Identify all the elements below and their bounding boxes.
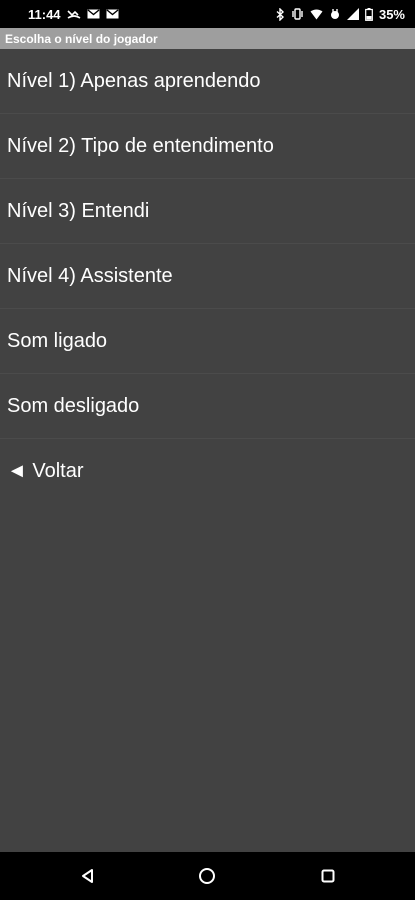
menu-item-label: Som ligado	[7, 329, 108, 352]
clock: 11:44	[28, 6, 61, 22]
menu-item-label: Nível 2) Tipo de entendimento	[7, 134, 274, 157]
vibrate-icon	[291, 8, 304, 20]
page-title: Escolha o nível do jogador	[5, 31, 158, 46]
level-menu: Nível 1) Apenas aprendendo Nível 2) Tipo…	[0, 49, 415, 504]
status-bar: 11:44 35%	[0, 0, 415, 28]
status-bar-right: 35%	[276, 7, 405, 22]
menu-item-sound-off[interactable]: Som desligado	[0, 374, 415, 439]
data-icon	[329, 8, 341, 20]
signal-icon	[346, 8, 359, 20]
title-bar: Escolha o nível do jogador	[0, 28, 415, 49]
menu-item-label: Nível 1) Apenas aprendendo	[7, 69, 261, 92]
status-bar-left: 11:44	[28, 7, 119, 22]
recents-icon[interactable]	[318, 866, 338, 886]
mail-icon	[106, 9, 119, 19]
wifi-icon	[310, 9, 323, 20]
back-icon[interactable]	[78, 866, 98, 886]
bluetooth-icon	[276, 7, 285, 21]
menu-item-level-4[interactable]: Nível 4) Assistente	[0, 244, 415, 309]
menu-item-level-2[interactable]: Nível 2) Tipo de entendimento	[0, 114, 415, 179]
battery-icon	[365, 7, 373, 21]
menu-item-sound-on[interactable]: Som ligado	[0, 309, 415, 374]
menu-item-back[interactable]: ◄ Voltar	[0, 439, 415, 504]
mail-icon	[87, 9, 100, 19]
menu-item-label: Som desligado	[7, 394, 140, 417]
menu-item-level-3[interactable]: Nível 3) Entendi	[0, 179, 415, 244]
menu-item-label: Nível 3) Entendi	[7, 199, 150, 222]
home-icon[interactable]	[197, 866, 217, 886]
menu-item-label: Nível 4) Assistente	[7, 264, 173, 287]
navigation-bar	[0, 852, 415, 900]
missed-call-icon	[66, 8, 81, 20]
menu-item-label: ◄ Voltar	[7, 460, 84, 482]
battery-percentage: 35%	[378, 6, 405, 22]
menu-item-level-1[interactable]: Nível 1) Apenas aprendendo	[0, 49, 415, 114]
